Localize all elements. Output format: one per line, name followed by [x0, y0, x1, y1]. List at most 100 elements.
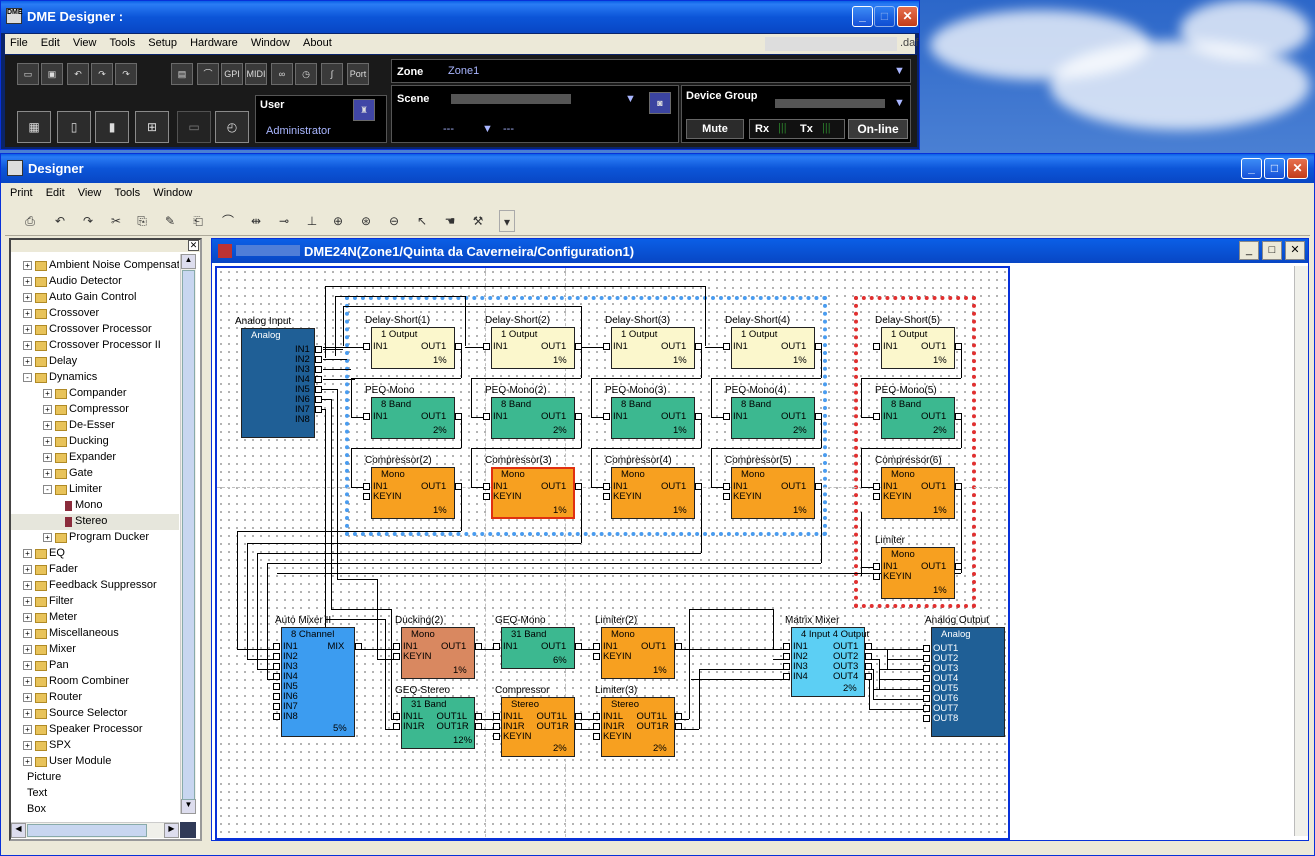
expand-icon[interactable]: + — [43, 421, 52, 430]
timer-icon[interactable]: ◴ — [215, 111, 249, 143]
component-view-icon[interactable]: ▦ — [17, 111, 51, 143]
designer-close-button[interactable]: ✕ — [1287, 158, 1308, 179]
tree-item[interactable]: + Meter — [11, 610, 179, 626]
keyin-port[interactable] — [873, 573, 880, 580]
device-group-dropdown-icon[interactable]: ▼ — [894, 97, 905, 109]
input-port[interactable] — [923, 665, 930, 672]
expand-icon[interactable]: + — [23, 741, 32, 750]
designer-maximize-button[interactable]: □ — [1264, 158, 1285, 179]
minimize-button[interactable]: _ — [852, 6, 873, 27]
link-icon[interactable]: ∞ — [271, 63, 293, 85]
tree-item[interactable]: + User Module — [11, 754, 179, 770]
clock-icon[interactable]: ◷ — [295, 63, 317, 85]
output-port[interactable] — [575, 713, 582, 720]
output-port[interactable] — [575, 343, 582, 350]
menu-tools[interactable]: Tools — [109, 184, 145, 199]
scroll-thumb[interactable] — [182, 270, 195, 800]
output-port[interactable] — [865, 673, 872, 680]
input-port[interactable] — [493, 643, 500, 650]
input-port[interactable] — [603, 343, 610, 350]
collapse-icon[interactable]: - — [23, 373, 32, 382]
output-port[interactable] — [475, 643, 482, 650]
input-port[interactable] — [873, 563, 880, 570]
save-icon[interactable]: ▣ — [41, 63, 63, 85]
output-port[interactable] — [695, 483, 702, 490]
open-icon[interactable]: ▭ — [17, 63, 39, 85]
tree-item[interactable]: - Dynamics — [11, 370, 179, 386]
output-port[interactable] — [575, 413, 582, 420]
input-port[interactable] — [873, 483, 880, 490]
input-port[interactable] — [273, 703, 280, 710]
zoom-fit-icon[interactable]: ⊛ — [355, 210, 377, 232]
output-port[interactable] — [455, 483, 462, 490]
meter-icon[interactable]: ▤ — [171, 63, 193, 85]
expand-icon[interactable]: + — [23, 549, 32, 558]
input-port[interactable] — [603, 413, 610, 420]
output-port[interactable] — [355, 643, 362, 650]
output-port[interactable] — [815, 343, 822, 350]
input-port[interactable] — [273, 673, 280, 680]
tree-item[interactable]: + Audio Detector — [11, 274, 179, 290]
output-port[interactable] — [315, 356, 322, 363]
output-port[interactable] — [675, 723, 682, 730]
wire-icon[interactable]: ⊥ — [301, 210, 323, 232]
tree-item[interactable]: + Compander — [11, 386, 179, 402]
output-port[interactable] — [575, 723, 582, 730]
expand-icon[interactable]: + — [23, 629, 32, 638]
expand-icon[interactable]: + — [23, 613, 32, 622]
input-port[interactable] — [923, 685, 930, 692]
input-port[interactable] — [493, 723, 500, 730]
input-port[interactable] — [273, 663, 280, 670]
collapse-icon[interactable]: - — [43, 485, 52, 494]
input-port[interactable] — [273, 643, 280, 650]
expand-icon[interactable]: + — [43, 405, 52, 414]
input-port[interactable] — [873, 413, 880, 420]
tree-item[interactable]: + Speaker Processor — [11, 722, 179, 738]
design-canvas[interactable]: Analog Input Analog IN1 IN2 IN3 IN4 IN5 IN6 IN7 I… — [215, 266, 1010, 840]
output-port[interactable] — [955, 413, 962, 420]
tree-close-icon[interactable]: ✕ — [188, 240, 199, 251]
tree-item[interactable]: + Feedback Suppressor — [11, 578, 179, 594]
input-port[interactable] — [783, 653, 790, 660]
output-port[interactable] — [475, 723, 482, 730]
camera-icon[interactable]: ◙ — [649, 92, 671, 114]
undo-icon[interactable]: ↶ — [49, 210, 71, 232]
scene-dropdown-icon[interactable]: ▼ — [625, 93, 636, 105]
user-login-icon[interactable]: ♜ — [353, 99, 375, 121]
output-port[interactable] — [575, 643, 582, 650]
tree-item[interactable]: + Compressor — [11, 402, 179, 418]
output-port[interactable] — [675, 713, 682, 720]
keyin-port[interactable] — [393, 653, 400, 660]
expand-icon[interactable]: + — [23, 709, 32, 718]
output-port[interactable] — [575, 483, 582, 490]
input-port[interactable] — [393, 713, 400, 720]
expand-icon[interactable]: + — [43, 533, 52, 542]
tree-item[interactable]: - Limiter — [11, 482, 179, 498]
scroll-down-icon[interactable]: ▼ — [181, 799, 196, 814]
input-port[interactable] — [873, 343, 880, 350]
parameter-icon[interactable]: ▮ — [95, 111, 129, 143]
tree-item[interactable]: + Pan — [11, 658, 179, 674]
tree-item[interactable]: + Gate — [11, 466, 179, 482]
midi-icon[interactable]: MIDI — [245, 63, 267, 85]
output-port[interactable] — [955, 343, 962, 350]
redo-icon[interactable]: ↷ — [91, 63, 113, 85]
document-icon[interactable]: ▯ — [57, 111, 91, 143]
expand-icon[interactable]: + — [23, 357, 32, 366]
copy-icon[interactable]: ⎘ — [131, 210, 153, 232]
canvas-vertical-scrollbar[interactable] — [1294, 266, 1308, 836]
child-close-button[interactable]: ✕ — [1285, 241, 1305, 260]
print-icon[interactable]: ⎙ — [19, 210, 41, 232]
input-port[interactable] — [273, 693, 280, 700]
child-maximize-button[interactable]: □ — [1262, 241, 1282, 260]
fit-icon[interactable]: ⇹ — [245, 210, 267, 232]
input-port[interactable] — [493, 733, 500, 740]
input-port[interactable] — [273, 713, 280, 720]
output-port[interactable] — [865, 663, 872, 670]
expand-icon[interactable]: + — [23, 693, 32, 702]
menu-tools[interactable]: Tools — [105, 34, 141, 49]
input-port[interactable] — [923, 695, 930, 702]
keyin-port[interactable] — [363, 493, 370, 500]
menu-view[interactable]: View — [73, 184, 107, 199]
input-port[interactable] — [783, 663, 790, 670]
